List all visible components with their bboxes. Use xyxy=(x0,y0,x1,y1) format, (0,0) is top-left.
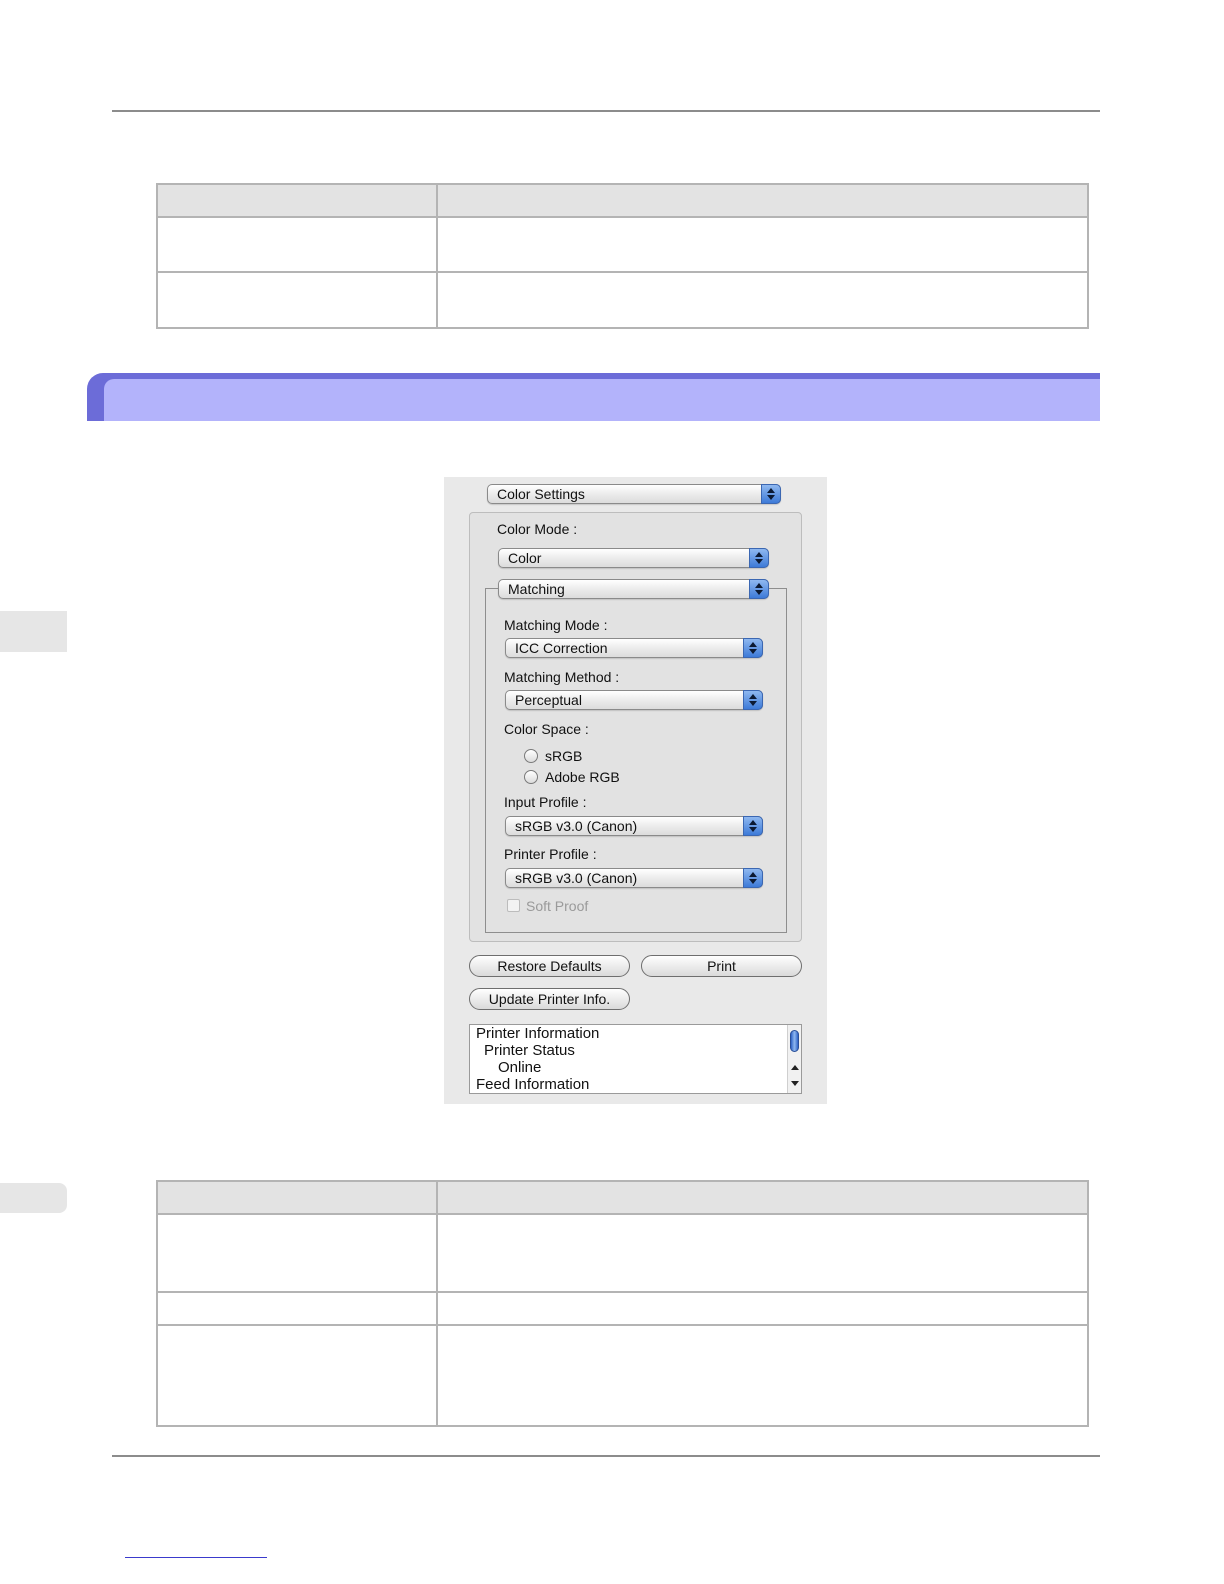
matching-method-label: Matching Method : xyxy=(504,669,620,685)
scroll-thumb[interactable] xyxy=(790,1030,799,1052)
settings-table-top xyxy=(156,183,1089,329)
header-rule xyxy=(112,110,1100,112)
matching-popup-label: Matching xyxy=(508,581,565,597)
input-profile-value: sRGB v3.0 (Canon) xyxy=(515,818,638,834)
matching-method-popup[interactable]: Perceptual xyxy=(505,690,763,710)
table-row xyxy=(156,1213,1089,1293)
color-mode-label: Color Mode : xyxy=(497,521,578,537)
list-item: Printer Information xyxy=(476,1025,600,1042)
print-button[interactable]: Print xyxy=(641,955,802,977)
printer-info-list[interactable]: Printer Information Printer Status Onlin… xyxy=(469,1024,802,1094)
list-item: Feed Information xyxy=(476,1076,590,1093)
section-heading-bar xyxy=(87,373,1100,421)
matching-mode-value: ICC Correction xyxy=(515,640,608,656)
radio-srgb[interactable] xyxy=(524,749,538,763)
table-row xyxy=(156,216,1089,273)
table-row xyxy=(156,271,1089,329)
side-tab-index xyxy=(0,1183,67,1213)
radio-adobe-rgb[interactable] xyxy=(524,770,538,784)
panel-popup-label: Color Settings xyxy=(497,486,585,502)
update-printer-info-button[interactable]: Update Printer Info. xyxy=(469,988,630,1010)
color-mode-popup[interactable]: Color xyxy=(498,548,769,568)
popup-arrows-icon xyxy=(749,548,769,568)
table-row xyxy=(156,1324,1089,1427)
color-space-label: Color Space : xyxy=(504,721,589,737)
panel-popup[interactable]: Color Settings xyxy=(487,484,781,504)
table-header-row xyxy=(156,1180,1089,1215)
soft-proof-label: Soft Proof xyxy=(526,898,589,914)
side-tab-chapter xyxy=(0,611,67,652)
list-item: Printer Status xyxy=(484,1042,575,1059)
popup-arrows-icon xyxy=(749,579,769,599)
footer-link-underline[interactable] xyxy=(125,1557,267,1558)
table-row xyxy=(156,1291,1089,1326)
printer-profile-value: sRGB v3.0 (Canon) xyxy=(515,870,638,886)
scroll-up-arrow-icon[interactable] xyxy=(791,1065,799,1070)
popup-arrows-icon xyxy=(743,868,763,888)
printer-profile-popup[interactable]: sRGB v3.0 (Canon) xyxy=(505,868,763,888)
radio-srgb-label: sRGB xyxy=(545,748,583,764)
matching-popup[interactable]: Matching xyxy=(498,579,769,599)
list-item: Online xyxy=(498,1059,542,1076)
input-profile-label: Input Profile : xyxy=(504,794,587,810)
color-settings-dialog: Color Settings Color Mode : Color Matchi… xyxy=(444,477,827,1104)
list-scrollbar[interactable] xyxy=(787,1025,801,1093)
matching-mode-label: Matching Mode : xyxy=(504,617,608,633)
settings-table-bottom xyxy=(156,1180,1089,1427)
restore-defaults-button[interactable]: Restore Defaults xyxy=(469,955,630,977)
popup-arrows-icon xyxy=(743,816,763,836)
radio-adobe-rgb-label: Adobe RGB xyxy=(545,769,620,785)
matching-method-value: Perceptual xyxy=(515,692,582,708)
table-header-row xyxy=(156,183,1089,218)
input-profile-popup[interactable]: sRGB v3.0 (Canon) xyxy=(505,816,763,836)
scroll-down-arrow-icon[interactable] xyxy=(791,1081,799,1086)
popup-arrows-icon xyxy=(743,690,763,710)
matching-mode-popup[interactable]: ICC Correction xyxy=(505,638,763,658)
color-mode-value: Color xyxy=(508,550,542,566)
printer-profile-label: Printer Profile : xyxy=(504,846,597,862)
popup-arrows-icon xyxy=(743,638,763,658)
soft-proof-checkbox[interactable] xyxy=(507,899,520,912)
popup-arrows-icon xyxy=(761,484,781,504)
section-heading-bar-inner xyxy=(104,379,1100,421)
footer-rule xyxy=(112,1455,1100,1457)
